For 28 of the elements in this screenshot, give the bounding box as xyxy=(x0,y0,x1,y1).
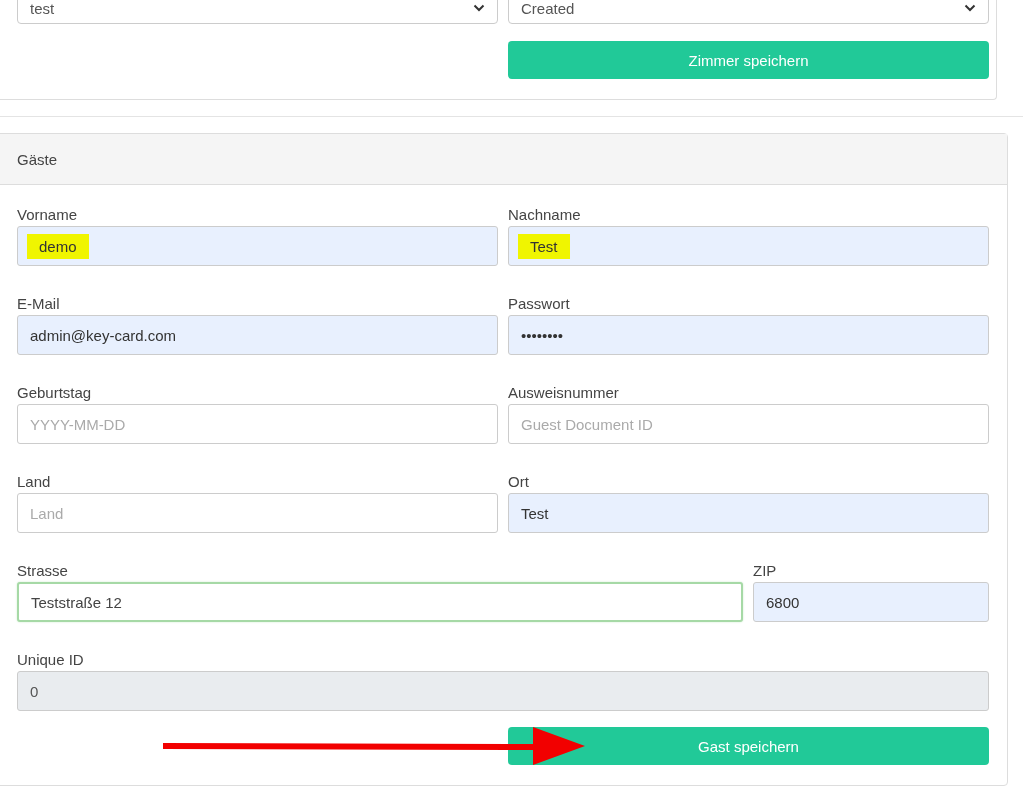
input-field[interactable]: admin@key-card.com xyxy=(17,315,498,355)
input-field[interactable]: 6800 xyxy=(753,582,989,622)
input-field[interactable]: demo xyxy=(17,226,498,266)
input-field[interactable]: Test xyxy=(508,493,989,533)
arrow-icon xyxy=(163,727,585,765)
input-field[interactable]: •••••••• xyxy=(508,315,989,355)
select-field[interactable]: Created xyxy=(508,0,989,24)
input-field[interactable]: YYYY-MM-DD xyxy=(17,404,498,444)
field-label: Ort xyxy=(508,472,530,492)
select-field[interactable]: test xyxy=(17,0,498,24)
panel-title: Gäste xyxy=(17,150,58,168)
input-field[interactable]: Land xyxy=(17,493,498,533)
input-field[interactable]: 0 xyxy=(17,671,989,711)
chevron-down-icon xyxy=(964,4,976,12)
input-field[interactable]: Teststraße 12 xyxy=(17,582,743,622)
field-label: Strasse xyxy=(17,561,69,581)
field-label: Unique ID xyxy=(17,650,85,670)
field-label: Vorname xyxy=(17,205,79,225)
field-label: Passwort xyxy=(508,294,571,314)
input-field[interactable]: Guest Document ID xyxy=(508,404,989,444)
field-label: Ausweisnummer xyxy=(508,383,620,403)
field-label: Nachname xyxy=(508,205,582,225)
field-label: E-Mail xyxy=(17,294,61,314)
field-label: Land xyxy=(17,472,52,492)
field-label: Geburtstag xyxy=(17,383,93,403)
chevron-down-icon xyxy=(473,4,485,12)
input-field[interactable]: Test xyxy=(508,226,989,266)
field-label: ZIP xyxy=(753,561,778,581)
